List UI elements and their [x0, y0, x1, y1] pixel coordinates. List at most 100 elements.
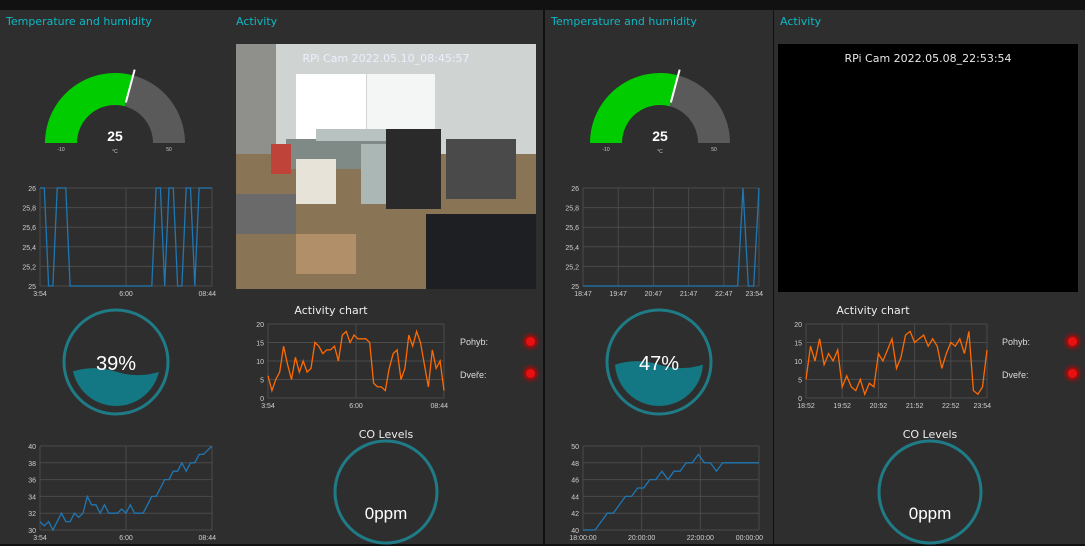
- y-tick-label: 25,8: [565, 206, 579, 213]
- activity-panel-title-2: Activity: [780, 15, 822, 28]
- co-ring: [333, 439, 439, 545]
- y-tick-label: 30: [28, 528, 36, 535]
- x-tick-label: 18:47: [574, 291, 592, 298]
- y-tick-label: 25,6: [565, 225, 579, 232]
- x-tick-label: 00:00:00: [736, 535, 763, 542]
- gauge-remaining-arc: [669, 75, 730, 143]
- x-tick-label: 08:44: [198, 535, 216, 542]
- x-tick-label: 23:54: [973, 403, 991, 410]
- y-tick-label: 50: [571, 444, 579, 451]
- gauge-unit: °C: [112, 149, 118, 155]
- y-tick-label: 25,2: [565, 264, 579, 271]
- x-tick-label: 08:44: [198, 291, 216, 298]
- data-line: [583, 187, 760, 287]
- co-ring: [877, 439, 983, 545]
- co-gauge-2: 0ppm: [877, 439, 983, 545]
- camera-feed-1: RPi Cam 2022.05.10_08:45:57: [236, 44, 536, 289]
- y-tick-label: 15: [794, 341, 802, 348]
- x-tick-label: 20:00:00: [628, 535, 655, 542]
- x-tick-label: 21:52: [906, 403, 924, 410]
- x-tick-label: 21:47: [680, 291, 698, 298]
- y-tick-label: 40: [571, 528, 579, 535]
- door-indicator-2: [1068, 369, 1077, 378]
- temperature-chart-1: 25 25,2 25,4 25,6 25,8 26 3:54 6:00 08:44: [22, 186, 216, 298]
- gauge-min: -10: [57, 147, 64, 153]
- activity-panel-2: Activity RPi Cam 2022.05.08_22:53:54 Act…: [774, 10, 1085, 545]
- motion-indicator-1: [526, 337, 535, 346]
- y-tick-label: 25,8: [22, 206, 36, 213]
- gauge-value: 25: [652, 128, 668, 144]
- x-tick-label: 22:00:00: [687, 535, 714, 542]
- motion-indicator-2: [1068, 337, 1077, 346]
- data-line: [805, 330, 988, 397]
- activity-chart-1: 0 5 10 15 20 3:54 6:00 08:44: [256, 322, 448, 410]
- temp-panel-title-2: Temperature and humidity: [551, 15, 697, 28]
- humidity-level-2: 47%: [605, 308, 713, 416]
- y-tick-label: 25: [571, 284, 579, 291]
- gauge-value: 25: [107, 128, 123, 144]
- y-tick-label: 42: [571, 511, 579, 518]
- door-label-1: Dveře:: [460, 370, 487, 380]
- level-value: 39%: [96, 353, 136, 375]
- co-value: 0ppm: [909, 504, 952, 523]
- data-line: [583, 453, 759, 531]
- x-tick-label: 6:00: [119, 291, 133, 298]
- y-tick-label: 25,4: [22, 245, 36, 252]
- camera-label-2: RPi Cam 2022.05.08_22:53:54: [844, 52, 1012, 65]
- x-tick-label: 23:54: [745, 291, 763, 298]
- y-tick-label: 10: [256, 359, 264, 366]
- x-tick-label: 20:47: [645, 291, 663, 298]
- y-tick-label: 5: [260, 378, 264, 385]
- x-tick-label: 19:52: [833, 403, 851, 410]
- y-tick-label: 15: [256, 341, 264, 348]
- temp-humidity-panel-2: Temperature and humidity 25 °C -10 50 25 25,…: [545, 10, 773, 544]
- temperature-chart-2: 25 25,2 25,4 25,6 25,8 26 18:47 19:47 20:47 21:47…: [565, 186, 763, 298]
- y-tick-label: 32: [28, 511, 36, 518]
- y-tick-label: 46: [571, 478, 579, 485]
- humidity-chart-1: 30 32 34 36 38 40 3:54 6:00 08:44: [28, 444, 216, 542]
- co-value: 0ppm: [365, 504, 408, 523]
- humidity-level-1: 39%: [62, 308, 170, 416]
- x-tick-label: 3:54: [33, 535, 47, 542]
- gauge-min: -10: [602, 147, 609, 153]
- y-tick-label: 36: [28, 478, 36, 485]
- y-tick-label: 38: [28, 461, 36, 468]
- y-tick-label: 5: [798, 378, 802, 385]
- y-tick-label: 26: [571, 186, 579, 193]
- y-tick-label: 25,6: [22, 225, 36, 232]
- x-tick-label: 20:52: [870, 403, 888, 410]
- temp-panel-title-1: Temperature and humidity: [6, 15, 152, 28]
- y-tick-label: 34: [28, 494, 36, 501]
- x-tick-label: 6:00: [349, 403, 363, 410]
- y-tick-label: 40: [28, 444, 36, 451]
- y-tick-label: 48: [571, 461, 579, 468]
- activity-panel-title-1: Activity: [236, 15, 278, 28]
- door-indicator-1: [526, 369, 535, 378]
- x-tick-label: 22:47: [715, 291, 733, 298]
- y-tick-label: 25,2: [22, 264, 36, 271]
- y-tick-label: 26: [28, 186, 36, 193]
- activity-chart-2: 0 5 10 15 20 18:52 19:52 20:52 21:52 22:52 23:54: [794, 322, 991, 410]
- camera-image-1: [236, 44, 536, 289]
- y-tick-label: 20: [256, 322, 264, 329]
- temperature-gauge-1: 25 °C -10 50: [45, 69, 185, 155]
- x-tick-label: 19:47: [609, 291, 627, 298]
- co-gauge-1: 0ppm: [333, 439, 439, 545]
- motion-label-2: Pohyb:: [1002, 337, 1031, 347]
- y-tick-label: 10: [794, 359, 802, 366]
- humidity-chart-2: 40 42 44 46 48 50 18:00:00 20:00:00 22:00:00 00:0…: [569, 444, 763, 542]
- y-tick-label: 0: [798, 396, 802, 403]
- door-label-2: Dveře:: [1002, 370, 1029, 380]
- gauge-max: 50: [711, 147, 717, 153]
- gauge-remaining-arc: [124, 75, 185, 143]
- x-tick-label: 18:52: [797, 403, 815, 410]
- x-tick-label: 08:44: [430, 403, 448, 410]
- y-tick-label: 25,4: [565, 245, 579, 252]
- gauge-unit: °C: [657, 149, 663, 155]
- gauge-max: 50: [166, 147, 172, 153]
- temperature-gauge-2: 25 °C -10 50: [590, 69, 730, 155]
- activity-panel-1: Activity RPi Cam 2022.05.10_08:45:57 Act…: [230, 10, 543, 545]
- x-tick-label: 22:52: [942, 403, 960, 410]
- x-tick-label: 3:54: [261, 403, 275, 410]
- level-value: 47%: [639, 353, 679, 375]
